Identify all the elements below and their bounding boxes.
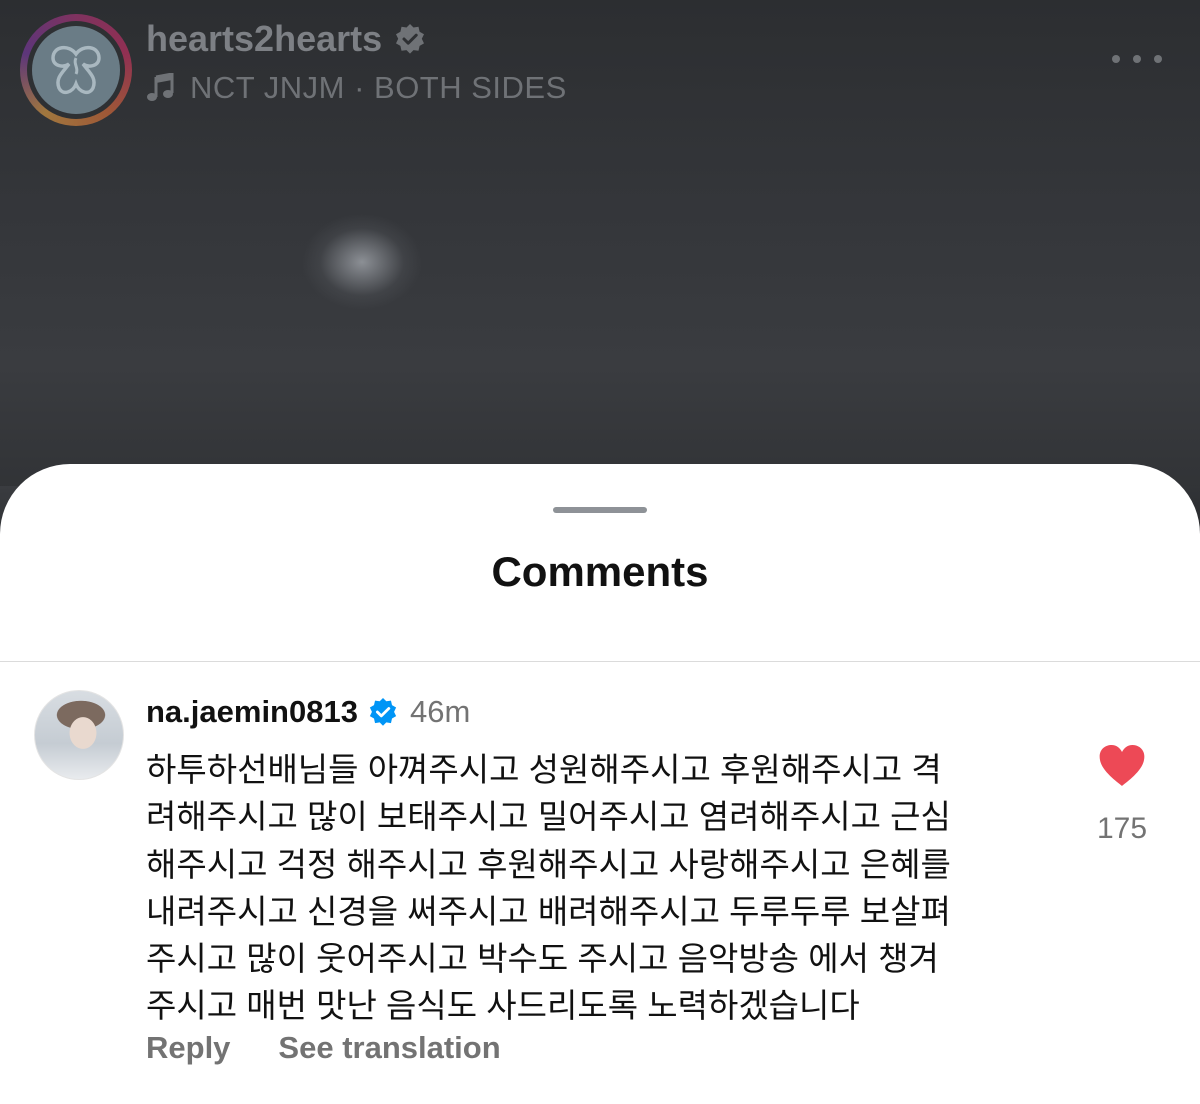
post-header: hearts2hearts NCT JNJM · BOTH SIDES <box>0 0 1200 130</box>
more-dot <box>1112 55 1120 63</box>
like-count: 175 <box>1096 812 1148 845</box>
post-username-text[interactable]: hearts2hearts <box>146 18 382 60</box>
comment-username[interactable]: na.jaemin0813 <box>146 694 358 730</box>
see-translation-button[interactable]: See translation <box>278 1030 500 1066</box>
comment-line: 내려주시고 신경을 써주시고 배려해주시고 두루두루 보살펴 <box>146 892 951 930</box>
comment-line: 려해주시고 많이 보태주시고 밀어주시고 염려해주시고 근심 <box>146 798 951 836</box>
verified-badge-icon <box>369 697 397 726</box>
heart-filled-icon[interactable] <box>1098 744 1146 788</box>
comment-actions: Reply See translation <box>146 1030 501 1066</box>
comment-line: 주시고 매번 맛난 음식도 사드리도록 노력하겠습니다 <box>146 987 860 1025</box>
verified-badge-icon <box>396 24 425 54</box>
music-note-icon <box>147 73 174 101</box>
comment-item: na.jaemin0813 46m 하투하선배님들 아껴주시고 성원해주시고 후… <box>0 464 1200 1078</box>
comment-line: 주시고 많이 웃어주시고 박수도 주시고 음악방송 에서 챙겨 <box>146 940 939 978</box>
comment-text: 하투하선배님들 아껴주시고 성원해주시고 후원해주시고 격 려해주시고 많이 보… <box>146 746 1066 1030</box>
profile-avatar[interactable] <box>32 26 120 114</box>
more-dot <box>1133 55 1141 63</box>
hearts-logo-icon <box>51 45 101 95</box>
post-username[interactable]: hearts2hearts <box>146 18 426 60</box>
music-title: NCT JNJM · BOTH SIDES <box>190 70 567 105</box>
more-dot <box>1154 55 1162 63</box>
comment-line: 하투하선배님들 아껴주시고 성원해주시고 후원해주시고 격 <box>146 751 942 788</box>
more-options-icon[interactable] <box>1112 44 1162 74</box>
reply-button[interactable]: Reply <box>146 1030 230 1066</box>
music-attribution[interactable]: NCT JNJM · BOTH SIDES <box>146 70 567 106</box>
comment-header: na.jaemin0813 46m <box>146 694 470 730</box>
comment-line: 해주시고 걱정 해주시고 후원해주시고 사랑해주시고 은혜를 <box>146 845 951 883</box>
avatar[interactable] <box>34 690 124 780</box>
comment-timestamp: 46m <box>409 694 471 729</box>
